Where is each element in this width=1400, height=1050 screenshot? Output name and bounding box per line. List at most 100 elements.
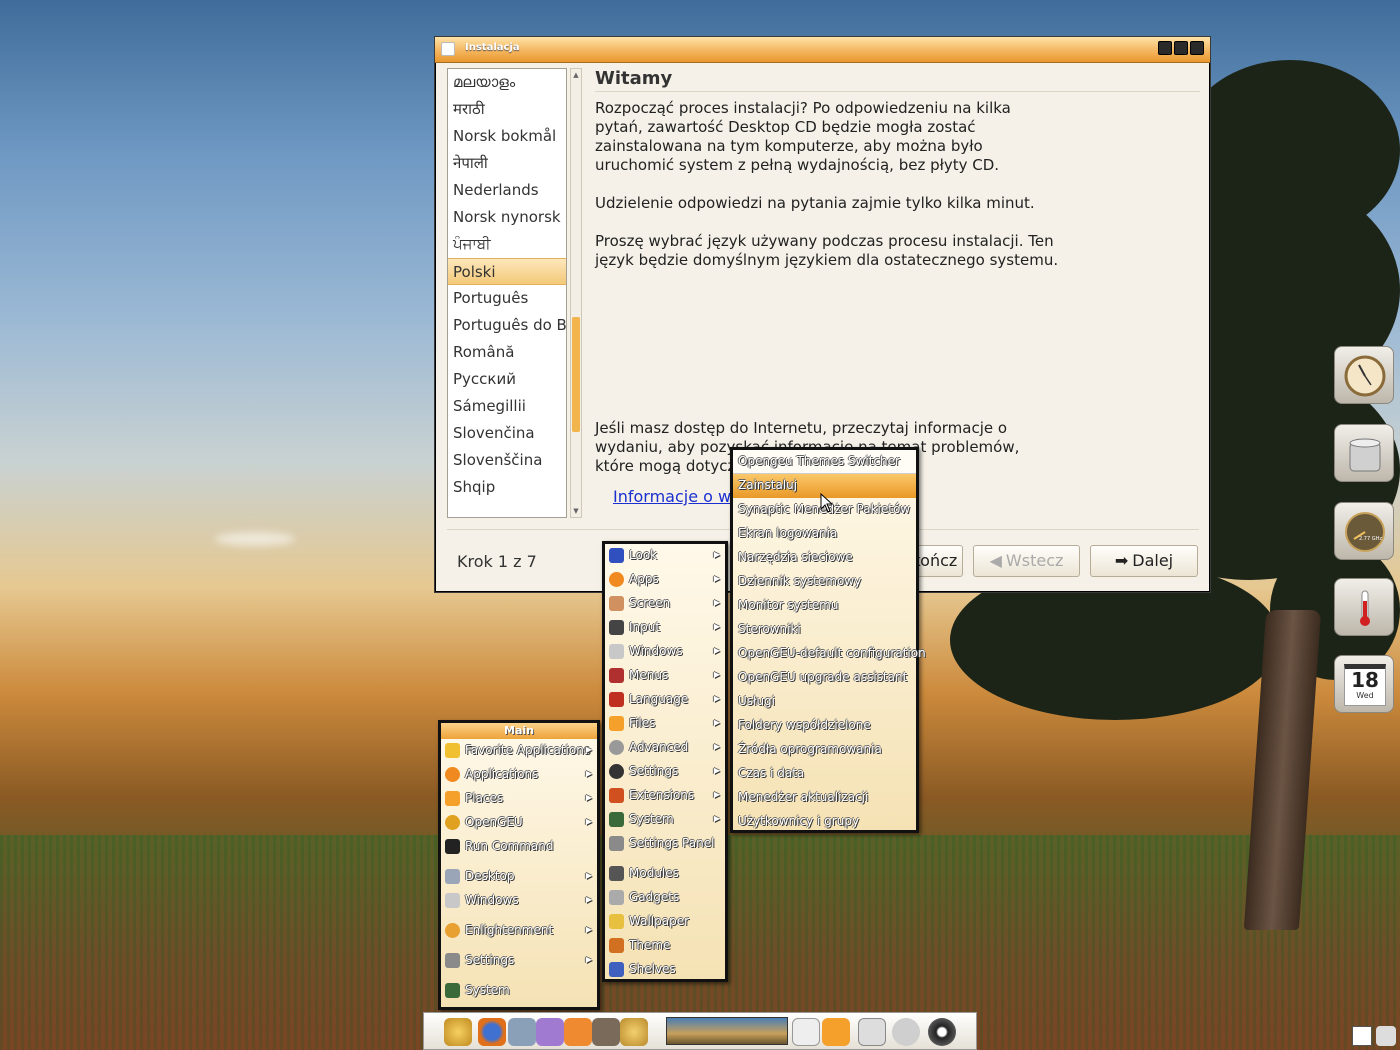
menu-item-services[interactable]: Usługi (733, 690, 916, 714)
language-list[interactable]: മലയാളം मराठी Norsk bokmål नेपाली Nederla… (447, 68, 567, 518)
menu-item-drivers[interactable]: Sterowniki (733, 618, 916, 642)
language-item[interactable]: Slovenščina (448, 447, 566, 474)
language-item[interactable]: नेपाली (448, 150, 566, 177)
calendar-gadget[interactable]: 18 Wed (1334, 655, 1394, 713)
shelves-icon (609, 962, 624, 977)
language-item[interactable]: Nederlands (448, 177, 566, 204)
menu-item-system-monitor[interactable]: Monitor systemu (733, 594, 916, 618)
menu-item-update-manager[interactable]: Menedżer aktualizacji (733, 786, 916, 810)
menu-item-files[interactable]: Files ▶ (605, 712, 725, 736)
keyboard-layout-icon[interactable] (1352, 1026, 1372, 1046)
enlightenment-icon (445, 923, 460, 938)
back-button[interactable]: ◀ Wstecz (973, 545, 1080, 577)
language-item[interactable]: Norsk nynorsk (448, 204, 566, 231)
menu-item-network-tools[interactable]: Narzędzia sieciowe (733, 546, 916, 570)
virtual-desktop-pager[interactable] (666, 1017, 788, 1045)
language-item[interactable]: Português (448, 285, 566, 312)
menu-item-time-date[interactable]: Czas i data (733, 762, 916, 786)
menu-item-applications[interactable]: Applications ▶ (441, 763, 597, 787)
language-scrollbar[interactable]: ▲ ▼ (570, 68, 582, 518)
menu-item-screen[interactable]: Screen ▶ (605, 592, 725, 616)
messenger-icon[interactable] (564, 1018, 592, 1046)
menu-item-extensions[interactable]: Extensions ▶ (605, 784, 725, 808)
installer-titlebar[interactable]: Instalacja (435, 37, 1210, 63)
files-icon[interactable] (508, 1018, 536, 1046)
gimp-icon[interactable] (592, 1018, 620, 1046)
menu-item-theme[interactable]: Theme (605, 934, 725, 958)
firefox-icon[interactable] (478, 1018, 506, 1046)
menu-item-enlightenment[interactable]: Enlightenment ▶ (441, 919, 597, 943)
language-item[interactable]: Norsk bokmål (448, 123, 566, 150)
scroll-down-icon[interactable]: ▼ (571, 505, 581, 517)
menu-item-apps[interactable]: Apps ▶ (605, 568, 725, 592)
system-icon (609, 812, 624, 827)
close-button[interactable] (1190, 41, 1204, 55)
maximize-button[interactable] (1174, 41, 1188, 55)
language-item[interactable]: ਪੰਜਾਬੀ (448, 231, 566, 258)
temperature-gadget[interactable] (1334, 578, 1394, 636)
theme-icon (609, 938, 624, 953)
menu-item-users-groups[interactable]: Użytkownicy i grupy (733, 810, 916, 834)
menu-item-menus[interactable]: Menus ▶ (605, 664, 725, 688)
calendar-day: 18 (1351, 668, 1379, 692)
language-item[interactable]: മലയാളം (448, 69, 566, 96)
menu-item-run-command[interactable]: Run Command (441, 835, 597, 859)
text-editor-icon[interactable] (792, 1018, 820, 1046)
menu-item-look[interactable]: Look ▶ (605, 544, 725, 568)
menu-item-login-screen[interactable]: Ekran logowania (733, 522, 916, 546)
desktop-icon (445, 869, 460, 884)
language-item-selected[interactable]: Polski (448, 258, 566, 285)
menu-item-settings[interactable]: Settings ▶ (441, 949, 597, 973)
menu-item-system[interactable]: System (441, 979, 597, 1003)
trash-icon[interactable] (892, 1018, 920, 1046)
menu-item-upgrade-assistant[interactable]: OpenGEU upgrade assistant (733, 666, 916, 690)
menu-item-windows[interactable]: Windows ▶ (441, 889, 597, 913)
menu-item-shelves[interactable]: Shelves (605, 958, 725, 982)
background-cloud (215, 532, 295, 546)
menu-item-settings[interactable]: Settings ▶ (605, 760, 725, 784)
clock-gadget[interactable] (1334, 346, 1394, 404)
menu-item-language[interactable]: Language ▶ (605, 688, 725, 712)
minimize-button[interactable] (1158, 41, 1172, 55)
next-button[interactable]: ➡ Dalej (1090, 545, 1198, 577)
menu-item-shared-folders[interactable]: Foldery współdzielone (733, 714, 916, 738)
menu-item-places[interactable]: Places ▶ (441, 787, 597, 811)
language-item[interactable]: Română (448, 339, 566, 366)
menu-item-opengeu[interactable]: OpenGEU ▶ (441, 811, 597, 835)
menu-item-favorite-applications[interactable]: Favorite Applications ▶ (441, 739, 597, 763)
language-paragraph: Proszę wybrać język używany podczas proc… (595, 232, 1059, 269)
app-icon (441, 42, 455, 56)
menu-item-wallpaper[interactable]: Wallpaper (605, 910, 725, 934)
cpufreq-gadget[interactable]: 2.77 GHz (1334, 502, 1394, 560)
trash-gadget[interactable] (1334, 424, 1394, 482)
settings-icon[interactable] (620, 1018, 648, 1046)
folder-icon[interactable] (822, 1018, 850, 1046)
menu-item-windows[interactable]: Windows ▶ (605, 640, 725, 664)
chat-icon[interactable] (536, 1018, 564, 1046)
network-icon[interactable] (1376, 1026, 1396, 1046)
language-item[interactable]: Slovenčina (448, 420, 566, 447)
menu-item-modules[interactable]: Modules (605, 862, 725, 886)
menu-item-advanced[interactable]: Advanced ▶ (605, 736, 725, 760)
menu-item-system[interactable]: System ▶ (605, 808, 725, 832)
language-item[interactable]: Português do Brasil (448, 312, 566, 339)
start-menu-icon[interactable] (444, 1018, 472, 1046)
language-item[interactable]: Русский (448, 366, 566, 393)
scroll-up-icon[interactable]: ▲ (571, 69, 581, 81)
welcome-content: Witamy Rozpocząć proces instalacji? Po o… (595, 68, 1200, 270)
menu-item-themes-switcher[interactable]: Opengeu Themes Switcher (733, 450, 916, 474)
language-item[interactable]: मराठी (448, 96, 566, 123)
menu-item-input[interactable]: Input ▶ (605, 616, 725, 640)
language-item[interactable]: Shqip (448, 474, 566, 501)
speaker-icon[interactable] (928, 1018, 956, 1046)
windows-list-icon[interactable] (858, 1018, 886, 1046)
language-item[interactable]: Sámegillii (448, 393, 566, 420)
menu-item-system-log[interactable]: Dziennik systemowy (733, 570, 916, 594)
menu-item-software-sources[interactable]: Źródła oprogramowania (733, 738, 916, 762)
menu-item-gadgets[interactable]: Gadgets (605, 886, 725, 910)
menu-item-default-configuration[interactable]: OpenGEU-default configuration (733, 642, 926, 666)
look-icon (609, 548, 624, 563)
menu-item-settings-panel[interactable]: Settings Panel (605, 832, 725, 856)
menu-item-desktop[interactable]: Desktop ▶ (441, 865, 597, 889)
scrollbar-thumb[interactable] (572, 317, 580, 432)
